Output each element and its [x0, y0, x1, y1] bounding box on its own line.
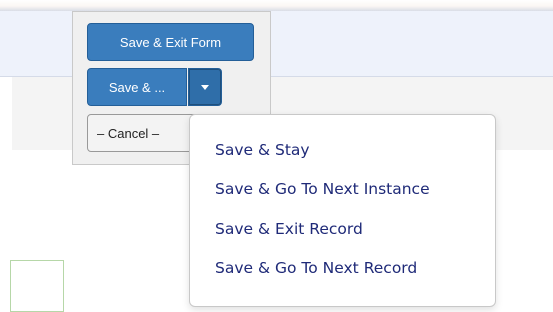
menu-item-save-stay[interactable]: Save & Stay — [215, 141, 310, 159]
save-options-toggle[interactable] — [188, 68, 222, 106]
cancel-button[interactable]: – Cancel – — [87, 114, 197, 152]
save-options-menu: Save & Stay Save & Go To Next Instance S… — [189, 114, 496, 307]
top-strip — [0, 0, 553, 11]
form-page: Save & Exit Form Save & ... – Cancel – S… — [0, 0, 553, 312]
save-exit-form-button[interactable]: Save & Exit Form — [87, 23, 254, 61]
menu-item-save-next-instance[interactable]: Save & Go To Next Instance — [215, 180, 430, 198]
caret-down-icon — [201, 84, 209, 90]
menu-item-save-exit-record[interactable]: Save & Exit Record — [215, 220, 363, 238]
save-more-button[interactable]: Save & ... — [87, 68, 187, 106]
form-field-box — [10, 260, 64, 312]
menu-item-save-next-record[interactable]: Save & Go To Next Record — [215, 259, 417, 277]
